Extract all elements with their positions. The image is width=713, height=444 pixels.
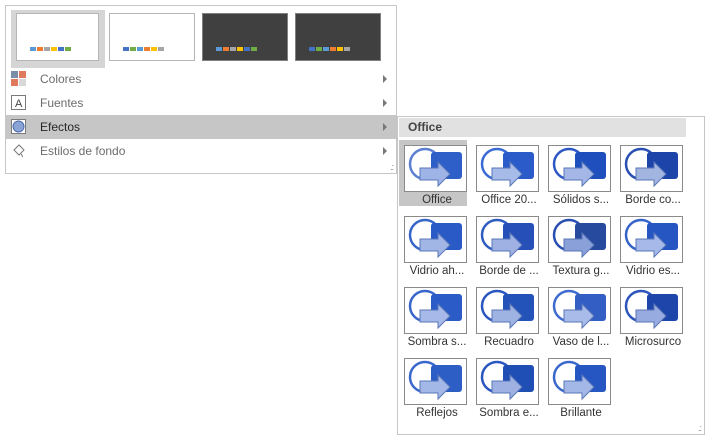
effect-tile-label: Borde de ... (479, 265, 539, 277)
svg-text:A: A (15, 98, 23, 110)
effect-preview-icon (476, 145, 539, 192)
effect-preview-icon (476, 287, 539, 334)
effect-tile[interactable]: Office 20... (471, 140, 539, 206)
effect-tile[interactable]: Microsurco (615, 282, 683, 348)
effect-tile-label: Borde co... (625, 194, 681, 206)
variant-1[interactable] (16, 13, 99, 61)
variant-3-swatches (216, 47, 257, 51)
variant-4[interactable] (295, 13, 381, 61)
effect-tile[interactable]: Vidrio es... (615, 211, 683, 277)
flyout-header: Office (399, 118, 686, 137)
effect-tile-label: Sombra s... (407, 336, 467, 348)
effect-tile-label: Reflejos (416, 407, 458, 419)
effect-tile-label: Vaso de l... (552, 336, 610, 348)
effects-circle-icon (11, 119, 26, 134)
chevron-right-icon (383, 99, 387, 107)
effect-tile[interactable]: Sombra e... (471, 353, 539, 419)
variant-4-swatches (309, 47, 350, 51)
effect-tile-label: Sólidos s... (552, 194, 610, 206)
effect-preview-icon (548, 358, 611, 405)
menu-label-estilos-de-fondo: Estilos de fondo (40, 144, 126, 158)
effect-tile-label: Brillante (560, 407, 602, 419)
menu-label-fuentes: Fuentes (40, 96, 84, 110)
color-squares-icon (11, 71, 26, 86)
effect-tile[interactable]: Office (399, 140, 467, 206)
effect-preview-icon (548, 145, 611, 192)
variant-1-swatches (30, 47, 71, 51)
effect-preview-icon (404, 287, 467, 334)
effect-tile[interactable]: Sólidos s... (543, 140, 611, 206)
variant-2-swatches (123, 47, 164, 51)
design-dropdown-panel: Colores A Fuentes Efectos Estilos de fon… (5, 5, 397, 174)
effect-tile-label: Office 20... (481, 194, 537, 206)
resize-grip-icon[interactable]: .: (698, 424, 702, 433)
effect-tile-label: Sombra e... (479, 407, 539, 419)
effect-preview-icon (548, 287, 611, 334)
effect-tile[interactable]: Brillante (543, 353, 611, 419)
chevron-right-icon (383, 123, 387, 131)
menu-item-colores[interactable]: Colores (6, 67, 396, 91)
chevron-right-icon (383, 147, 387, 155)
effect-tile[interactable]: Textura g... (543, 211, 611, 277)
paint-bucket-icon (11, 143, 26, 158)
effect-preview-icon (404, 145, 467, 192)
menu-label-efectos: Efectos (40, 120, 81, 134)
effect-tile[interactable]: Vaso de l... (543, 282, 611, 348)
effect-preview-icon (548, 216, 611, 263)
effect-tile-label: Vidrio ah... (409, 265, 465, 277)
variants-gallery (11, 10, 391, 68)
menu-item-estilos-de-fondo[interactable]: Estilos de fondo (6, 139, 396, 163)
effect-tile-label: Vidrio es... (625, 265, 681, 277)
effect-tile[interactable]: Vidrio ah... (399, 211, 467, 277)
effect-preview-icon (404, 216, 467, 263)
menu-item-efectos[interactable]: Efectos (6, 115, 396, 139)
effects-flyout: Office Office Office 20... Sólidos s... Bor… (397, 116, 705, 435)
chevron-right-icon (383, 75, 387, 83)
variant-2[interactable] (109, 13, 195, 61)
menu-item-fuentes[interactable]: A Fuentes (6, 91, 396, 115)
effect-tile[interactable]: Reflejos (399, 353, 467, 419)
menu-label-colores: Colores (40, 72, 82, 86)
effect-preview-icon (476, 216, 539, 263)
effect-preview-icon (476, 358, 539, 405)
effect-tile-label: Office (422, 194, 452, 206)
effect-tile[interactable]: Recuadro (471, 282, 539, 348)
effect-tile[interactable]: Borde de ... (471, 211, 539, 277)
effect-preview-icon (404, 358, 467, 405)
effect-preview-icon (620, 145, 683, 192)
effect-tile-label: Recuadro (484, 336, 534, 348)
font-a-icon: A (11, 95, 26, 110)
effect-tile-label: Textura g... (552, 265, 610, 277)
effect-tile-label: Microsurco (624, 336, 682, 348)
effect-preview-icon (620, 216, 683, 263)
resize-grip-icon[interactable]: .: (390, 163, 394, 172)
effect-tile[interactable]: Sombra s... (399, 282, 467, 348)
effect-tile[interactable]: Borde co... (615, 140, 683, 206)
variant-3[interactable] (202, 13, 288, 61)
effect-preview-icon (620, 287, 683, 334)
